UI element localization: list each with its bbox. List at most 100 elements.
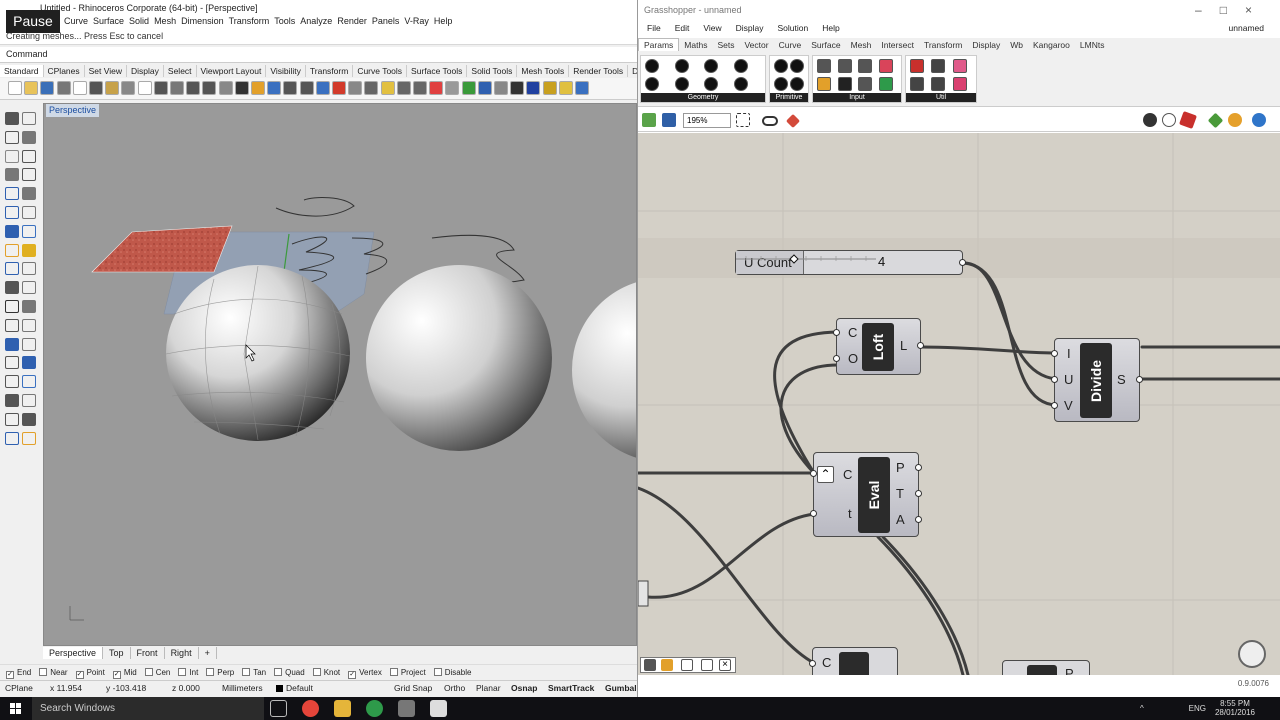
ribbon-geometry-component-4-icon[interactable] <box>733 59 748 73</box>
gh-tab-surface[interactable]: Surface <box>806 39 845 51</box>
viewport-title[interactable]: Perspective <box>46 104 100 117</box>
osnap-knot[interactable]: Knot <box>312 668 340 677</box>
minimize-icon[interactable]: – <box>1195 3 1220 17</box>
toolbar-tool-5-icon[interactable] <box>72 81 87 95</box>
chrome-icon[interactable] <box>302 700 319 717</box>
divide-surface-component[interactable]: I U V Divide S <box>1051 338 1143 422</box>
toolbar-tool-36-icon[interactable] <box>575 81 589 95</box>
ribbon-input-component-4-icon[interactable] <box>878 59 893 73</box>
left-tool-24-icon[interactable] <box>22 318 36 332</box>
left-tool-9-icon[interactable] <box>5 187 19 201</box>
ribbon-primitive-component-3-icon[interactable] <box>774 77 788 91</box>
toolbar-tool-6-icon[interactable] <box>89 81 103 95</box>
osnap-int[interactable]: Int <box>178 668 198 677</box>
custom-preview-icon[interactable] <box>1228 113 1242 127</box>
left-tool-33-icon[interactable] <box>5 412 19 426</box>
toolbar-tool-25-icon[interactable] <box>396 81 411 95</box>
left-tool-17-icon[interactable] <box>5 262 19 276</box>
taskbar-search-box[interactable]: Search Windows <box>32 697 264 720</box>
ribbon-util-component-1-icon[interactable] <box>910 59 924 73</box>
left-tool-14-icon[interactable] <box>22 224 36 238</box>
zoom-select[interactable]: 195% <box>683 113 731 128</box>
sketch-pen-icon[interactable] <box>785 113 801 129</box>
toolbar-tool-33-icon[interactable] <box>526 81 541 95</box>
divide-input-port-v[interactable] <box>1051 402 1058 409</box>
save-file-icon[interactable] <box>662 113 676 127</box>
toolbar-tool-17-icon[interactable] <box>267 81 282 95</box>
left-tool-12-icon[interactable] <box>22 206 36 219</box>
left-tool-29-icon[interactable] <box>5 375 19 389</box>
toolbar-tab-curve-tools[interactable]: Curve Tools <box>353 65 408 77</box>
menu-curve[interactable]: Curve <box>64 15 93 26</box>
left-tool-19-icon[interactable] <box>5 281 19 295</box>
viewport-sphere-icon[interactable] <box>1252 113 1266 127</box>
osnap-cen-checkbox[interactable] <box>144 668 153 676</box>
osnap-near[interactable]: Near <box>39 668 68 677</box>
gh-menu-display[interactable]: Display <box>727 22 769 33</box>
menu-v-ray[interactable]: V-Ray <box>404 15 434 26</box>
osnap-knot-checkbox[interactable] <box>312 668 321 676</box>
ribbon-input-component-5-icon[interactable] <box>817 77 831 91</box>
left-tool-36-icon[interactable] <box>22 431 36 445</box>
toolbar-tool-22-icon[interactable] <box>348 81 363 95</box>
menu-mesh[interactable]: Mesh <box>154 15 181 26</box>
taskbar-clock[interactable]: 8:55 PM 28/01/2016 <box>1212 699 1258 717</box>
u-count-slider[interactable]: U Count 4 <box>735 250 966 275</box>
window-app-icon[interactable] <box>430 700 447 717</box>
ribbon-geometry-component-5-icon[interactable] <box>645 77 659 91</box>
gh-tab-lmnts[interactable]: LMNts <box>1075 39 1110 51</box>
loft-input-port-c[interactable] <box>833 329 840 336</box>
toolbar-tab-select[interactable]: Select <box>164 65 197 77</box>
gh-canvas[interactable]: U Count 4 C O Loft L I U V Divide S ⌃ C … <box>638 133 1280 675</box>
status-units[interactable]: Millimeters <box>222 683 263 693</box>
ribbon-util-component-3-icon[interactable] <box>952 59 967 73</box>
ribbon-input-component-8-icon[interactable] <box>878 77 893 91</box>
osnap-end[interactable]: ✓ End <box>6 668 31 679</box>
perspective-viewport[interactable]: Perspective <box>43 103 637 646</box>
toolbar-tab-transform[interactable]: Transform <box>306 65 354 77</box>
toolbar-tool-20-icon[interactable] <box>315 81 330 95</box>
eval-output-port-t[interactable] <box>915 490 922 497</box>
left-tool-34-icon[interactable] <box>22 412 36 426</box>
gh-tab-sets[interactable]: Sets <box>712 39 739 51</box>
left-tool-11-icon[interactable] <box>5 206 19 219</box>
menu-dimension[interactable]: Dimension <box>181 15 229 26</box>
osnap-tan-checkbox[interactable] <box>242 668 251 676</box>
toolbar-tab-cplanes[interactable]: CPlanes <box>44 65 85 77</box>
toolbar-tab-render-tools[interactable]: Render Tools <box>569 65 629 77</box>
close-icon[interactable]: × <box>1245 3 1270 17</box>
toolbar-tool-34-icon[interactable] <box>542 81 557 95</box>
widget-xyz-icon[interactable] <box>681 659 693 671</box>
toolbar-tool-23-icon[interactable] <box>364 81 379 95</box>
ribbon-group-label-geometry[interactable]: Geometry <box>641 93 765 102</box>
left-tool-35-icon[interactable] <box>5 431 19 445</box>
tray-chevron-icon[interactable]: ^ <box>1140 704 1144 713</box>
status-grid-snap[interactable]: Grid Snap <box>394 683 432 693</box>
gh-tab-display[interactable]: Display <box>967 39 1005 51</box>
osnap-project-checkbox[interactable] <box>389 668 398 676</box>
loft-component[interactable]: C O Loft L <box>833 318 924 375</box>
toolbar-tool-7-icon[interactable] <box>105 81 120 95</box>
ribbon-util-component-6-icon[interactable] <box>952 77 967 91</box>
menu-surface[interactable]: Surface <box>93 15 129 26</box>
left-tool-26-icon[interactable] <box>22 337 36 351</box>
toolbar-tool-24-icon[interactable] <box>380 81 395 95</box>
toolbar-tool-28-icon[interactable] <box>445 81 460 95</box>
language-indicator[interactable]: ENG <box>1189 704 1206 713</box>
ribbon-group-label-input[interactable]: Input <box>813 93 901 102</box>
osnap-project[interactable]: Project <box>389 668 426 677</box>
divide-input-port-i[interactable] <box>1051 350 1058 357</box>
eval-input-port-c[interactable] <box>810 470 817 477</box>
grasshopper-app-icon[interactable] <box>366 700 383 717</box>
gh-tab-vector[interactable]: Vector <box>739 39 773 51</box>
open-file-icon[interactable] <box>642 113 656 127</box>
gh-menu-view[interactable]: View <box>694 22 726 33</box>
left-tool-32-icon[interactable] <box>22 394 36 407</box>
left-tool-28-icon[interactable] <box>22 356 36 370</box>
left-tool-31-icon[interactable] <box>5 394 19 407</box>
left-tool-15-icon[interactable] <box>5 243 19 257</box>
ribbon-util-component-2-icon[interactable] <box>931 59 946 73</box>
toolbar-tool-18-icon[interactable] <box>283 81 298 95</box>
gh-tab-params[interactable]: Params <box>638 38 680 51</box>
eval-input-port-t[interactable] <box>810 510 817 517</box>
